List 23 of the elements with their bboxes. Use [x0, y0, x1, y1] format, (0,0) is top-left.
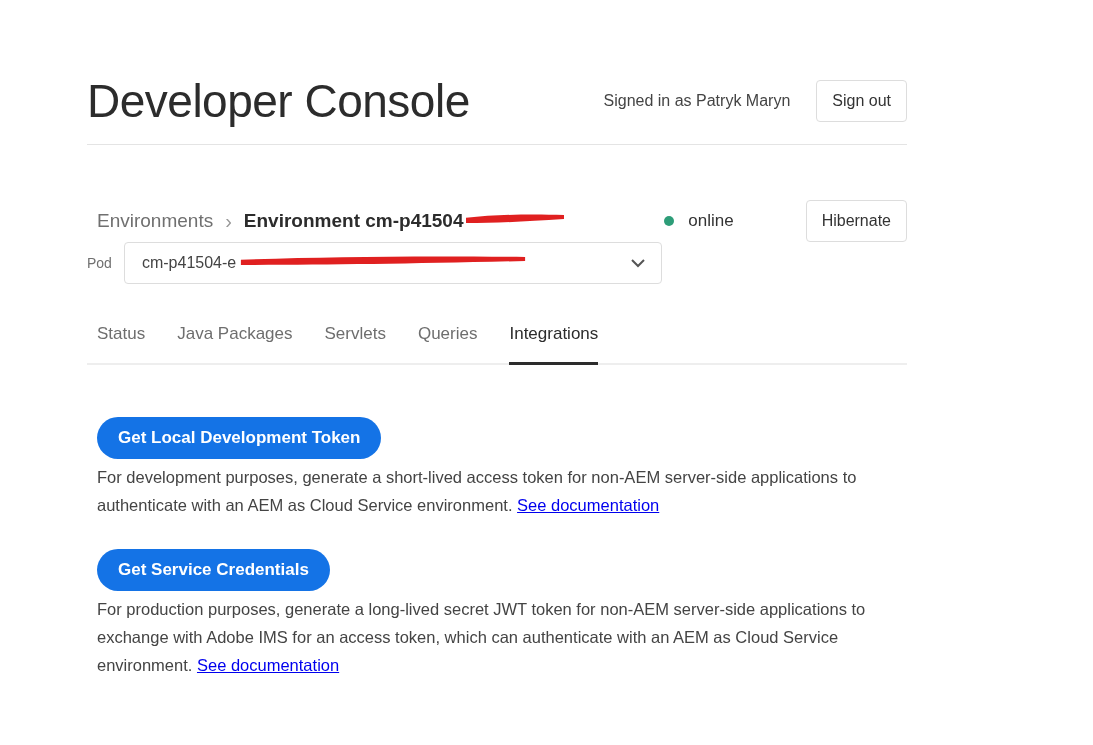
tab[interactable]: Queries	[417, 320, 478, 365]
breadcrumb-link[interactable]: Environments	[97, 210, 214, 232]
chevron-down-icon	[630, 258, 645, 268]
page-title: Developer Console	[87, 74, 470, 128]
tab[interactable]: Status	[97, 320, 146, 365]
description-text: For production purposes, generate a long-lived secret JWT token for non-AEM server-side applications to exchange with Adobe IMS for an access token, which can authenticate with an AEM as Cloud Service environment. See documentation	[97, 599, 867, 676]
action-button[interactable]: Get Local Development Token	[97, 417, 382, 459]
signed-in-text: Signed in as Patryk Maryn	[603, 92, 791, 110]
tab[interactable]: Integrations	[509, 320, 599, 365]
description-text: For development purposes, generate a short-lived access token for non-AEM server-side applications to authenticate with an AEM as Cloud Service environment. See documentation	[97, 467, 858, 516]
documentation-link[interactable]: See documentation	[196, 656, 340, 674]
breadcrumb-separator: ›	[225, 209, 232, 233]
documentation-link[interactable]: See documentation	[517, 496, 660, 514]
hibernate-button[interactable]: Hibernate	[805, 200, 907, 242]
environment-name: Environment cm-p41504	[243, 210, 464, 232]
pod-dropdown[interactable]: cm-p41504-e	[123, 242, 662, 284]
status-text: online	[688, 211, 734, 231]
action-button[interactable]: Get Service Credentials	[97, 549, 330, 591]
tab[interactable]: Servlets	[324, 320, 386, 365]
pod-label: Pod	[87, 255, 112, 271]
sign-out-button[interactable]: Sign out	[816, 80, 907, 122]
tab[interactable]: Java Packages	[177, 320, 293, 365]
status-dot	[664, 216, 675, 226]
